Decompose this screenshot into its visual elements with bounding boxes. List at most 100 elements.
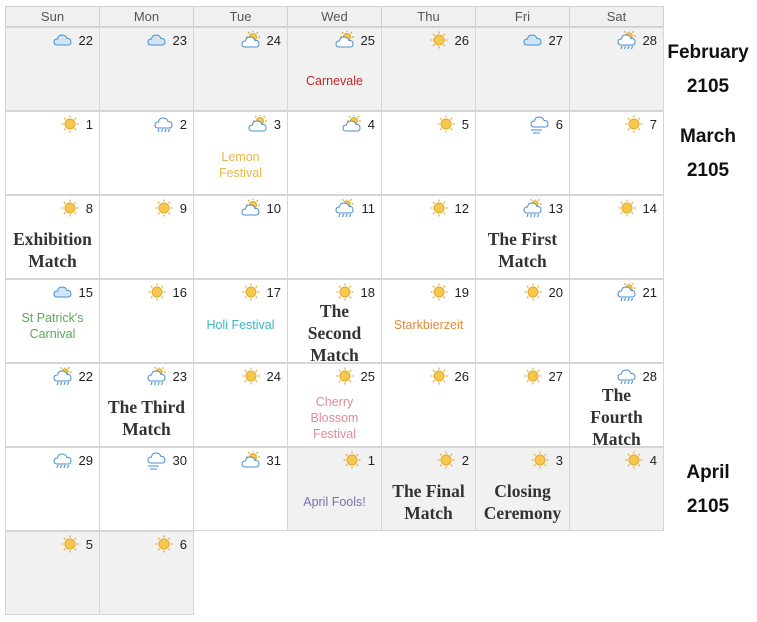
sun-weather-icon xyxy=(335,283,355,301)
sun-weather-icon xyxy=(60,115,80,133)
sun-weather-icon xyxy=(624,451,644,469)
day-cell[interactable]: 2 The Final Match xyxy=(381,447,476,531)
day-cell[interactable]: 5 xyxy=(381,111,476,195)
sun-weather-icon xyxy=(429,283,449,301)
day-cell[interactable]: 31 xyxy=(193,447,288,531)
rain-sun-weather-icon xyxy=(53,365,73,386)
day-cell[interactable]: 20 xyxy=(475,279,570,363)
sun-weather-icon xyxy=(60,199,80,217)
day-cell[interactable]: 26 xyxy=(381,363,476,447)
day-cell[interactable]: 25 Cherry Blossom Festival xyxy=(287,363,382,447)
day-cell[interactable]: 4 xyxy=(569,447,664,531)
day-cell[interactable]: 1 xyxy=(5,111,100,195)
cloud-weather-icon xyxy=(53,283,73,301)
match-event-label[interactable]: The Second Match xyxy=(288,300,381,366)
day-number: 29 xyxy=(78,453,93,468)
event-label[interactable]: Holi Festival xyxy=(194,317,287,333)
month-name: March xyxy=(680,126,736,147)
day-cell[interactable]: 17 Holi Festival xyxy=(193,279,288,363)
day-cell[interactable]: 16 xyxy=(99,279,194,363)
match-event-label[interactable]: The Third Match xyxy=(100,396,193,440)
day-cell[interactable]: 27 xyxy=(475,27,570,111)
cloud-weather-icon xyxy=(147,31,167,49)
day-number: 24 xyxy=(266,369,281,384)
weekday-header-thu: Thu xyxy=(381,6,476,27)
rain-sun-weather-icon xyxy=(523,197,543,218)
day-cell[interactable]: 22 xyxy=(5,363,100,447)
day-cell[interactable]: 7 xyxy=(569,111,664,195)
day-number: 31 xyxy=(266,453,281,468)
day-cell[interactable]: 6 xyxy=(99,531,194,615)
day-number: 13 xyxy=(548,201,563,216)
day-cell[interactable]: 18 The Second Match xyxy=(287,279,382,366)
day-cell[interactable]: 25 Carnevale xyxy=(287,27,382,111)
day-cell[interactable]: 22 xyxy=(5,27,100,111)
day-cell[interactable]: 21 xyxy=(569,279,664,363)
day-cell[interactable]: 3 Lemon Festival xyxy=(193,111,288,195)
day-cell[interactable]: 4 xyxy=(287,111,382,195)
event-label[interactable]: Starkbierzeit xyxy=(382,317,475,333)
rain-sun-weather-icon xyxy=(335,197,355,218)
match-event-label[interactable]: Closing Ceremony xyxy=(476,480,569,524)
day-cell[interactable]: 28 xyxy=(569,27,664,111)
day-number: 28 xyxy=(642,369,657,384)
day-cell[interactable]: 13 The First Match xyxy=(475,195,570,279)
day-cell[interactable]: 23 The Third Match xyxy=(99,363,194,447)
event-label[interactable]: April Fools! xyxy=(288,494,381,510)
windy-cloud-weather-icon xyxy=(530,115,550,134)
day-number: 6 xyxy=(179,537,187,552)
day-number: 26 xyxy=(454,369,469,384)
day-cell[interactable]: 12 xyxy=(381,195,476,279)
event-label[interactable]: Carnevale xyxy=(288,73,381,89)
day-cell[interactable]: 24 xyxy=(193,363,288,447)
weekday-header-sun: Sun xyxy=(5,6,100,27)
day-cell[interactable]: 26 xyxy=(381,27,476,111)
day-cell[interactable]: 6 xyxy=(475,111,570,195)
day-number: 22 xyxy=(78,33,93,48)
day-cell[interactable]: 27 xyxy=(475,363,570,447)
rain-sun-weather-icon xyxy=(147,365,167,386)
day-cell[interactable]: 5 xyxy=(5,531,100,615)
day-cell[interactable]: 10 xyxy=(193,195,288,279)
day-cell[interactable]: 24 xyxy=(193,27,288,111)
windy-cloud-weather-icon xyxy=(147,451,167,470)
day-number: 26 xyxy=(454,33,469,48)
event-label[interactable]: St Patrick's Carnival xyxy=(6,310,99,342)
sun-weather-icon xyxy=(429,31,449,49)
day-cell[interactable]: 9 xyxy=(99,195,194,279)
sun-weather-icon xyxy=(523,367,543,385)
match-event-label[interactable]: The Fourth Match xyxy=(570,384,663,450)
day-number: 17 xyxy=(266,285,281,300)
month-year: 2105 xyxy=(686,76,730,97)
cloud-weather-icon xyxy=(53,31,73,49)
day-cell[interactable]: 11 xyxy=(287,195,382,279)
match-event-label[interactable]: The First Match xyxy=(476,228,569,272)
day-cell[interactable]: 30 xyxy=(99,447,194,531)
day-cell[interactable]: 29 xyxy=(5,447,100,531)
day-cell[interactable]: 14 xyxy=(569,195,664,279)
sun-weather-icon xyxy=(241,367,261,385)
day-number: 20 xyxy=(548,285,563,300)
day-cell[interactable]: 28 The Fourth Match xyxy=(569,363,664,450)
match-event-label[interactable]: Exhibition Match xyxy=(6,228,99,272)
day-cell[interactable]: 2 xyxy=(99,111,194,195)
sun-weather-icon xyxy=(429,367,449,385)
weekday-header-tue: Tue xyxy=(193,6,288,27)
day-cell[interactable]: 19 Starkbierzeit xyxy=(381,279,476,363)
event-label[interactable]: Lemon Festival xyxy=(194,149,287,181)
event-label[interactable]: Cherry Blossom Festival xyxy=(288,394,381,442)
day-number: 2 xyxy=(179,117,187,132)
month-name: February xyxy=(667,42,749,63)
day-cell[interactable]: 23 xyxy=(99,27,194,111)
day-number: 8 xyxy=(85,201,93,216)
day-number: 3 xyxy=(273,117,281,132)
match-event-label[interactable]: The Final Match xyxy=(382,480,475,524)
sun-weather-icon xyxy=(523,283,543,301)
day-number: 25 xyxy=(360,33,375,48)
day-cell[interactable]: 15 St Patrick's Carnival xyxy=(5,279,100,363)
day-cell[interactable]: 8 Exhibition Match xyxy=(5,195,100,279)
day-cell[interactable]: 1 April Fools! xyxy=(287,447,382,531)
day-number: 22 xyxy=(78,369,93,384)
partly-sunny-weather-icon xyxy=(335,30,355,49)
day-cell[interactable]: 3 Closing Ceremony xyxy=(475,447,570,531)
